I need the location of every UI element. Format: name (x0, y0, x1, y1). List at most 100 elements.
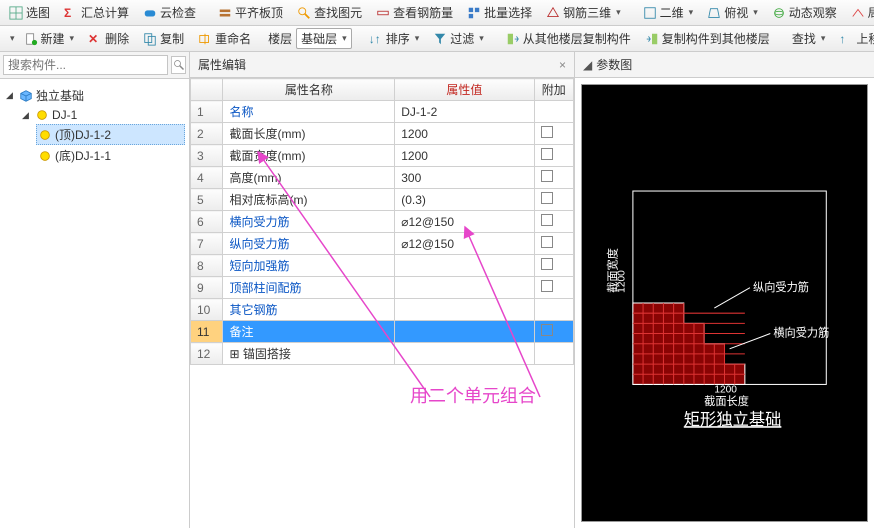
table-row[interactable]: 5相对底标高(m)(0.3) (191, 189, 574, 211)
tree-node[interactable]: ◢ DJ-1 (20, 106, 185, 124)
prop-name-cell[interactable]: 顶部柱间配筋 (223, 277, 395, 299)
tool-cloud[interactable]: 云检查 (138, 1, 201, 24)
tool-sigma[interactable]: Σ汇总计算 (59, 1, 134, 24)
xaxis-label: 截面长度 (704, 394, 749, 408)
delete-button[interactable]: ✕删除 (83, 27, 134, 50)
tool-flat[interactable]: 平齐板顶 (213, 1, 288, 24)
prop-add-cell[interactable] (534, 189, 573, 211)
checkbox[interactable] (541, 214, 553, 226)
tool-find[interactable]: 查找图元 (292, 1, 367, 24)
tree-root[interactable]: ◢ 独立基础 (4, 85, 185, 106)
column-header-add[interactable]: 附加 (534, 79, 573, 101)
prop-name-cell[interactable]: 高度(mm) (223, 167, 395, 189)
floor-select[interactable]: 基础层▾ (296, 28, 352, 49)
prop-add-cell[interactable] (534, 299, 573, 321)
prop-add-cell[interactable] (534, 233, 573, 255)
prop-add-cell[interactable] (534, 343, 573, 365)
dropdown-arrow-icon: ▾ (753, 7, 758, 18)
collapse-icon[interactable]: ◢ (583, 58, 592, 72)
sort-button[interactable]: ↓↑排序▾ (364, 27, 425, 50)
prop-name-cell[interactable]: ⊞ 锚固搭接 (223, 343, 395, 365)
tool-orbit[interactable]: 动态观察 (767, 1, 842, 24)
prop-add-cell[interactable] (534, 167, 573, 189)
table-row[interactable]: 4高度(mm)300 (191, 167, 574, 189)
prop-value-cell[interactable]: ⌀12@150 (395, 233, 534, 255)
prop-add-cell[interactable] (534, 101, 573, 123)
prop-value-cell[interactable] (395, 277, 534, 299)
prop-name-cell[interactable]: 短向加强筋 (223, 255, 395, 277)
expand-icon[interactable]: ⊞ (229, 347, 242, 361)
prop-value-cell[interactable] (395, 321, 534, 343)
checkbox[interactable] (541, 280, 553, 292)
prop-add-cell[interactable] (534, 145, 573, 167)
prop-value-cell[interactable] (395, 343, 534, 365)
close-button[interactable]: × (559, 58, 566, 72)
dropdown-arrow-icon[interactable]: ▾ (10, 33, 15, 44)
table-row[interactable]: 11备注 (191, 321, 574, 343)
table-row[interactable]: 2截面长度(mm)1200 (191, 123, 574, 145)
table-row[interactable]: 10其它钢筋 (191, 299, 574, 321)
prop-value-cell[interactable]: 1200 (395, 145, 534, 167)
new-button[interactable]: 新建▾ (19, 27, 80, 50)
table-row[interactable]: 3截面宽度(mm)1200 (191, 145, 574, 167)
prop-name-cell[interactable]: 横向受力筋 (223, 211, 395, 233)
tool-part3d[interactable]: 局部三维 (846, 1, 874, 24)
rename-button[interactable]: 重命名 (193, 27, 256, 50)
checkbox[interactable] (541, 236, 553, 248)
prop-value-cell[interactable]: 1200 (395, 123, 534, 145)
table-row[interactable]: 6横向受力筋⌀12@150 (191, 211, 574, 233)
prop-name-cell[interactable]: 截面宽度(mm) (223, 145, 395, 167)
item-icon (38, 149, 52, 163)
search-button[interactable] (171, 56, 186, 74)
tree-leaf-selected[interactable]: (顶)DJ-1-2 (36, 124, 185, 145)
tool-rebar3d[interactable]: 钢筋三维▾ (541, 1, 626, 24)
collapse-icon[interactable]: ◢ (22, 110, 32, 121)
column-header-name[interactable]: 属性名称 (223, 79, 395, 101)
prop-name-cell[interactable]: 相对底标高(m) (223, 189, 395, 211)
copy-button[interactable]: 复制 (138, 27, 189, 50)
column-header-value[interactable]: 属性值 (395, 79, 534, 101)
checkbox[interactable] (541, 148, 553, 160)
checkbox[interactable] (541, 192, 553, 204)
copy-to-button[interactable]: 复制构件到其他楼层 (640, 27, 775, 50)
tool-batch[interactable]: 批量选择 (462, 1, 537, 24)
table-row[interactable]: 1名称DJ-1-2 (191, 101, 574, 123)
prop-add-cell[interactable] (534, 123, 573, 145)
filter-button[interactable]: 过滤▾ (428, 27, 489, 50)
prop-name-cell[interactable]: 备注 (223, 321, 395, 343)
prop-name-cell[interactable]: 截面长度(mm) (223, 123, 395, 145)
checkbox[interactable] (541, 126, 553, 138)
prop-value-cell[interactable]: (0.3) (395, 189, 534, 211)
prop-add-cell[interactable] (534, 211, 573, 233)
prop-name-cell[interactable]: 名称 (223, 101, 395, 123)
table-row[interactable]: 12⊞ 锚固搭接 (191, 343, 574, 365)
prop-value-cell[interactable] (395, 299, 534, 321)
prop-add-cell[interactable] (534, 321, 573, 343)
prop-value-cell[interactable]: ⌀12@150 (395, 211, 534, 233)
prop-name-cell[interactable]: 其它钢筋 (223, 299, 395, 321)
tree-leaf[interactable]: (底)DJ-1-1 (36, 145, 185, 166)
checkbox[interactable] (541, 324, 553, 336)
prop-value-cell[interactable] (395, 255, 534, 277)
prop-value-cell[interactable]: 300 (395, 167, 534, 189)
tool-rebar[interactable]: 查看钢筋量 (371, 1, 458, 24)
search-input[interactable] (3, 55, 168, 75)
prop-value-cell[interactable]: DJ-1-2 (395, 101, 534, 123)
prop-name: 高度(mm) (229, 171, 281, 185)
table-row[interactable]: 7纵向受力筋⌀12@150 (191, 233, 574, 255)
prop-add-cell[interactable] (534, 255, 573, 277)
copy-from-button[interactable]: 从其他楼层复制构件 (501, 27, 636, 50)
tool-persp[interactable]: 俯视▾ (702, 1, 763, 24)
table-row[interactable]: 9顶部柱间配筋 (191, 277, 574, 299)
tool-2d[interactable]: 二维▾ (638, 1, 699, 24)
find-button[interactable]: 查找▾ (787, 27, 831, 50)
collapse-icon[interactable]: ◢ (6, 90, 16, 101)
checkbox[interactable] (541, 258, 553, 270)
prop-add-cell[interactable] (534, 277, 573, 299)
search-icon (173, 59, 185, 71)
tool-grid[interactable]: 选图 (4, 1, 55, 24)
checkbox[interactable] (541, 170, 553, 182)
up-button[interactable]: ↑上移 (834, 27, 874, 50)
table-row[interactable]: 8短向加强筋 (191, 255, 574, 277)
prop-name-cell[interactable]: 纵向受力筋 (223, 233, 395, 255)
